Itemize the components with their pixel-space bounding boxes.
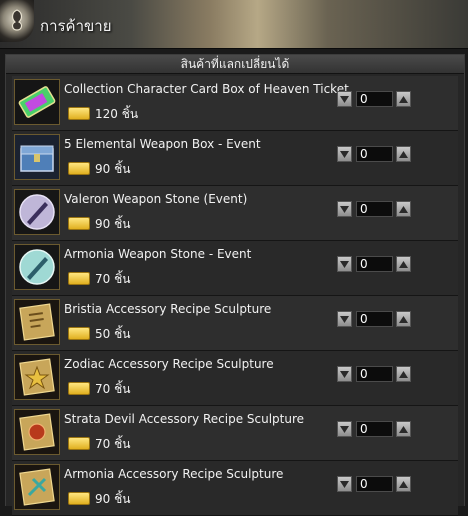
ticket-icon — [68, 107, 90, 120]
decrease-button[interactable] — [337, 366, 352, 382]
item-name: Zodiac Accessory Recipe Sculpture — [64, 357, 274, 371]
decrease-button[interactable] — [337, 146, 352, 162]
increase-button[interactable] — [396, 421, 411, 437]
emblem-icon — [0, 0, 34, 42]
decrease-button[interactable] — [337, 476, 352, 492]
arrow-down-icon — [340, 315, 349, 323]
weapon-stone-icon — [14, 189, 60, 235]
arrow-up-icon — [399, 370, 408, 378]
increase-button[interactable] — [396, 91, 411, 107]
window-title: การค้าขาย — [40, 17, 112, 35]
recipe-scroll-icon — [14, 409, 60, 455]
recipe-scroll-icon — [14, 464, 60, 510]
price-value: 70 ชิ้น — [95, 272, 131, 286]
item-price: 120 ชิ้น — [68, 105, 138, 121]
arrow-up-icon — [399, 95, 408, 103]
ticket-icon — [68, 272, 90, 285]
quantity-input[interactable] — [356, 146, 393, 162]
price-value: 90 ชิ้น — [95, 162, 131, 176]
item-name: Bristia Accessory Recipe Sculpture — [64, 302, 272, 316]
arrow-down-icon — [340, 95, 349, 103]
price-value: 90 ชิ้น — [95, 217, 131, 231]
item-price: 70 ชิ้น — [68, 435, 130, 451]
window-titlebar: การค้าขาย — [0, 0, 468, 49]
item-price: 90 ชิ้น — [68, 490, 130, 506]
list-item: Valeron Weapon Stone (Event) 90 ชิ้น — [12, 186, 458, 241]
ticket-icon — [68, 162, 90, 175]
price-value: 50 ชิ้น — [95, 327, 131, 341]
price-value: 120 ชิ้น — [95, 107, 139, 121]
increase-button[interactable] — [396, 366, 411, 382]
item-price: 50 ชิ้น — [68, 325, 130, 341]
decrease-button[interactable] — [337, 421, 352, 437]
decrease-button[interactable] — [337, 311, 352, 327]
increase-button[interactable] — [396, 256, 411, 272]
decrease-button[interactable] — [337, 256, 352, 272]
arrow-down-icon — [340, 480, 349, 488]
quantity-input[interactable] — [356, 476, 393, 492]
arrow-down-icon — [340, 425, 349, 433]
item-price: 90 ชิ้น — [68, 215, 130, 231]
quantity-input[interactable] — [356, 201, 393, 217]
arrow-down-icon — [340, 205, 349, 213]
arrow-up-icon — [399, 150, 408, 158]
quantity-input[interactable] — [356, 421, 393, 437]
quantity-input[interactable] — [356, 91, 393, 107]
item-name: Armonia Accessory Recipe Sculpture — [64, 467, 284, 481]
recipe-scroll-icon — [14, 354, 60, 400]
quantity-input[interactable] — [356, 256, 393, 272]
trade-panel: สินค้าที่แลกเปลี่ยนได้ Collection Charac… — [5, 54, 465, 516]
list-item: Armonia Weapon Stone - Event 70 ชิ้น — [12, 241, 458, 296]
arrow-down-icon — [340, 370, 349, 378]
increase-button[interactable] — [396, 146, 411, 162]
ticket-icon — [68, 382, 90, 395]
recipe-scroll-icon — [14, 299, 60, 345]
increase-button[interactable] — [396, 201, 411, 217]
increase-button[interactable] — [396, 311, 411, 327]
arrow-up-icon — [399, 425, 408, 433]
item-price: 90 ชิ้น — [68, 160, 130, 176]
increase-button[interactable] — [396, 476, 411, 492]
arrow-up-icon — [399, 205, 408, 213]
list-item: Armonia Accessory Recipe Sculpture 90 ชิ… — [12, 461, 458, 516]
arrow-down-icon — [340, 150, 349, 158]
item-name: Valeron Weapon Stone (Event) — [64, 192, 248, 206]
list-item: Collection Character Card Box of Heaven … — [12, 76, 458, 131]
list-item: Zodiac Accessory Recipe Sculpture 70 ชิ้… — [12, 351, 458, 406]
card-ticket-icon — [14, 79, 60, 125]
price-value: 70 ชิ้น — [95, 437, 131, 451]
weapon-stone-icon — [14, 244, 60, 290]
panel-header: สินค้าที่แลกเปลี่ยนได้ — [6, 55, 464, 74]
ticket-icon — [68, 327, 90, 340]
item-name: Collection Character Card Box of Heaven … — [64, 82, 349, 96]
list-item: Strata Devil Accessory Recipe Sculpture … — [12, 406, 458, 461]
item-name: 5 Elemental Weapon Box - Event — [64, 137, 261, 151]
price-value: 90 ชิ้น — [95, 492, 131, 506]
ticket-icon — [68, 492, 90, 505]
item-list: Collection Character Card Box of Heaven … — [12, 76, 458, 516]
quantity-input[interactable] — [356, 311, 393, 327]
list-item: 5 Elemental Weapon Box - Event 90 ชิ้น — [12, 131, 458, 186]
quantity-input[interactable] — [356, 366, 393, 382]
item-name: Strata Devil Accessory Recipe Sculpture — [64, 412, 305, 426]
decrease-button[interactable] — [337, 91, 352, 107]
list-item: Bristia Accessory Recipe Sculpture 50 ชิ… — [12, 296, 458, 351]
item-name: Armonia Weapon Stone - Event — [64, 247, 252, 261]
decrease-button[interactable] — [337, 201, 352, 217]
item-price: 70 ชิ้น — [68, 270, 130, 286]
arrow-up-icon — [399, 260, 408, 268]
arrow-down-icon — [340, 260, 349, 268]
ticket-icon — [68, 217, 90, 230]
arrow-up-icon — [399, 480, 408, 488]
chest-box-icon — [14, 134, 60, 180]
arrow-up-icon — [399, 315, 408, 323]
price-value: 70 ชิ้น — [95, 382, 131, 396]
ticket-icon — [68, 437, 90, 450]
item-price: 70 ชิ้น — [68, 380, 130, 396]
